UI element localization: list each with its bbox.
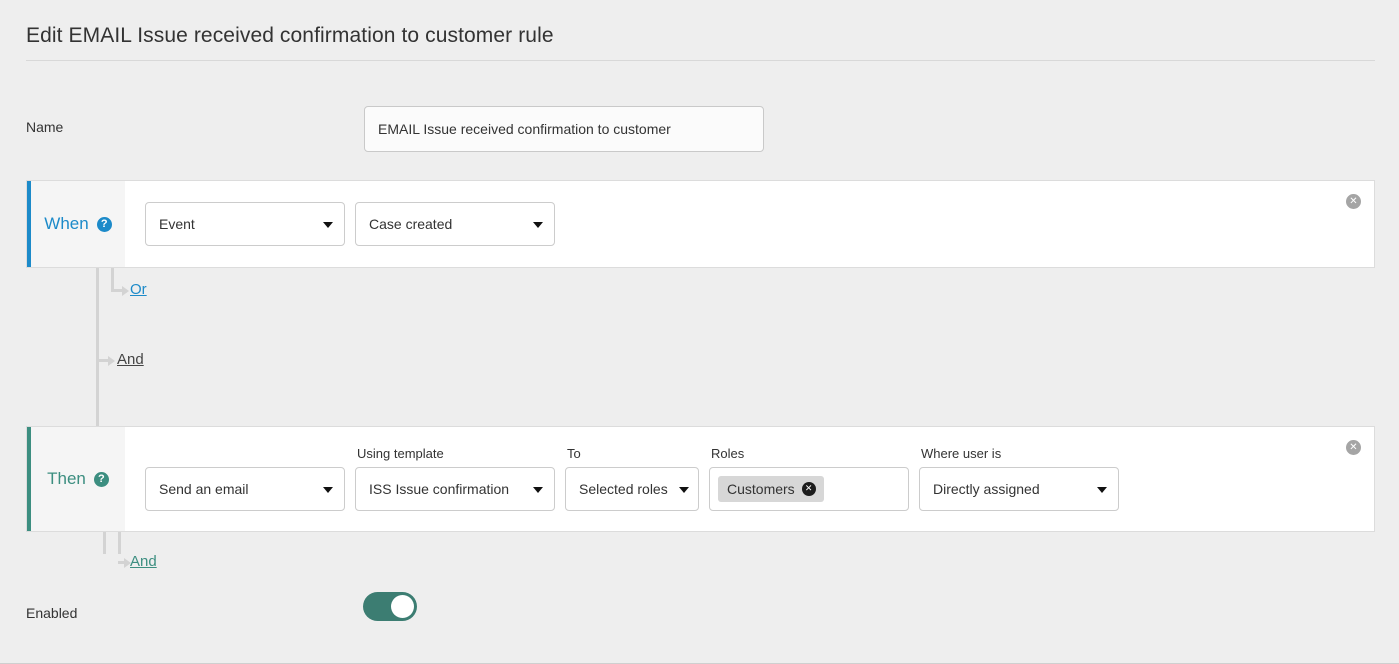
connector-line-vertical (118, 532, 121, 554)
add-and-condition-link[interactable]: And (117, 351, 144, 368)
then-block: Then ? Send an email Using template ISS … (26, 426, 1375, 532)
question-mark-icon[interactable]: ? (96, 216, 112, 232)
trigger-group: Case created (355, 202, 555, 246)
template-value: ISS Issue confirmation (369, 481, 510, 497)
role-tag: Customers ✕ (718, 476, 824, 502)
chevron-down-icon (533, 222, 543, 228)
to-value: Selected roles (579, 481, 668, 497)
template-select[interactable]: ISS Issue confirmation (355, 467, 555, 511)
connector-line-vertical (96, 268, 99, 426)
event-type-group: Event (145, 202, 345, 246)
event-type-select[interactable]: Event (145, 202, 345, 246)
page-header: Edit EMAIL Issue received confirmation t… (26, 24, 1375, 61)
remove-tag-icon[interactable]: ✕ (801, 482, 816, 496)
connector-arrow-icon (118, 557, 131, 568)
chevron-down-icon (323, 222, 333, 228)
trigger-value: Case created (369, 216, 453, 232)
chevron-down-icon (679, 487, 689, 493)
template-group: Using template ISS Issue confirmation (355, 446, 555, 511)
to-select[interactable]: Selected roles (565, 467, 699, 511)
then-label-cell: Then ? (27, 427, 125, 531)
event-type-value: Event (159, 216, 195, 232)
then-label: Then (47, 469, 86, 488)
add-and-action-link[interactable]: And (130, 553, 157, 570)
then-fields: Send an email Using template ISS Issue c… (125, 427, 1374, 531)
roles-multiselect[interactable]: Customers ✕ (709, 467, 909, 511)
chevron-down-icon (323, 487, 333, 493)
role-tag-label: Customers (727, 481, 795, 497)
template-label: Using template (357, 446, 444, 461)
action-select[interactable]: Send an email (145, 467, 345, 511)
connector-line-vertical (111, 268, 114, 290)
connector-line-vertical (103, 532, 106, 554)
when-fields: Event Case created (125, 181, 1374, 267)
when-label: When (44, 214, 89, 233)
to-group: To Selected roles (565, 446, 699, 511)
remove-block-icon[interactable]: ✕ (1346, 194, 1361, 209)
page-title: Edit EMAIL Issue received confirmation t… (26, 24, 554, 47)
roles-group: Roles Customers ✕ (709, 446, 909, 511)
connector-arrow-icon (96, 355, 115, 366)
when-label-cell: When ? (27, 181, 125, 267)
chevron-down-icon (1097, 487, 1107, 493)
name-input[interactable] (364, 106, 764, 152)
add-or-condition-link[interactable]: Or (130, 281, 147, 298)
where-user-is-label: Where user is (921, 446, 1002, 461)
rule-editor-page: Edit EMAIL Issue received confirmation t… (0, 0, 1399, 664)
where-user-is-value: Directly assigned (933, 481, 1040, 497)
question-mark-icon[interactable]: ? (93, 471, 109, 487)
trigger-select[interactable]: Case created (355, 202, 555, 246)
remove-block-icon[interactable]: ✕ (1346, 440, 1361, 455)
toggle-knob (391, 595, 414, 618)
enabled-toggle[interactable] (363, 592, 417, 621)
connector-arrow-icon (111, 285, 129, 296)
where-user-is-select[interactable]: Directly assigned (919, 467, 1119, 511)
when-block: When ? Event Case created ✕ (26, 180, 1375, 268)
where-user-is-group: Where user is Directly assigned (919, 446, 1119, 511)
enabled-label: Enabled (26, 605, 78, 621)
name-row: Name (26, 106, 1375, 152)
action-group: Send an email (145, 467, 345, 511)
chevron-down-icon (533, 487, 543, 493)
roles-label: Roles (711, 446, 745, 461)
to-label: To (567, 446, 581, 461)
action-value: Send an email (159, 481, 249, 497)
name-label: Name (26, 119, 64, 135)
